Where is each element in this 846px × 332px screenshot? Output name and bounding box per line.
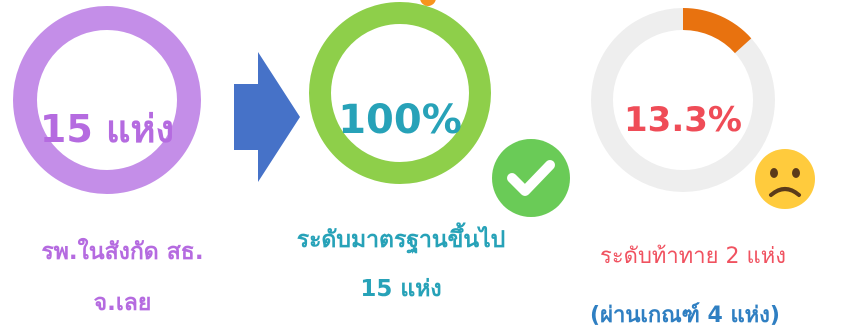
hospitals-count: 15 แห่ง	[39, 107, 175, 151]
ring-standard	[309, 2, 491, 184]
challenge-percent: 13.3%	[624, 100, 742, 140]
sad-face-icon	[755, 149, 815, 209]
standard-caption-line2: 15 แห่ง	[360, 276, 442, 302]
standard-percent: 100%	[338, 97, 462, 143]
right-arrow-icon	[234, 52, 300, 182]
challenge-caption-line2: (ผ่านเกณฑ์ 4 แห่ง)	[590, 303, 780, 328]
hospitals-caption-line2: จ.เลย	[93, 290, 152, 316]
challenge-caption-line1: ระดับท้าทาย 2 แห่ง	[600, 244, 786, 269]
standard-caption-line1: ระดับมาตรฐานขึ้นไป	[296, 227, 506, 253]
check-circle-icon	[492, 139, 570, 217]
hospitals-caption-line1: รพ.ในสังกัด สธ.	[41, 239, 204, 265]
